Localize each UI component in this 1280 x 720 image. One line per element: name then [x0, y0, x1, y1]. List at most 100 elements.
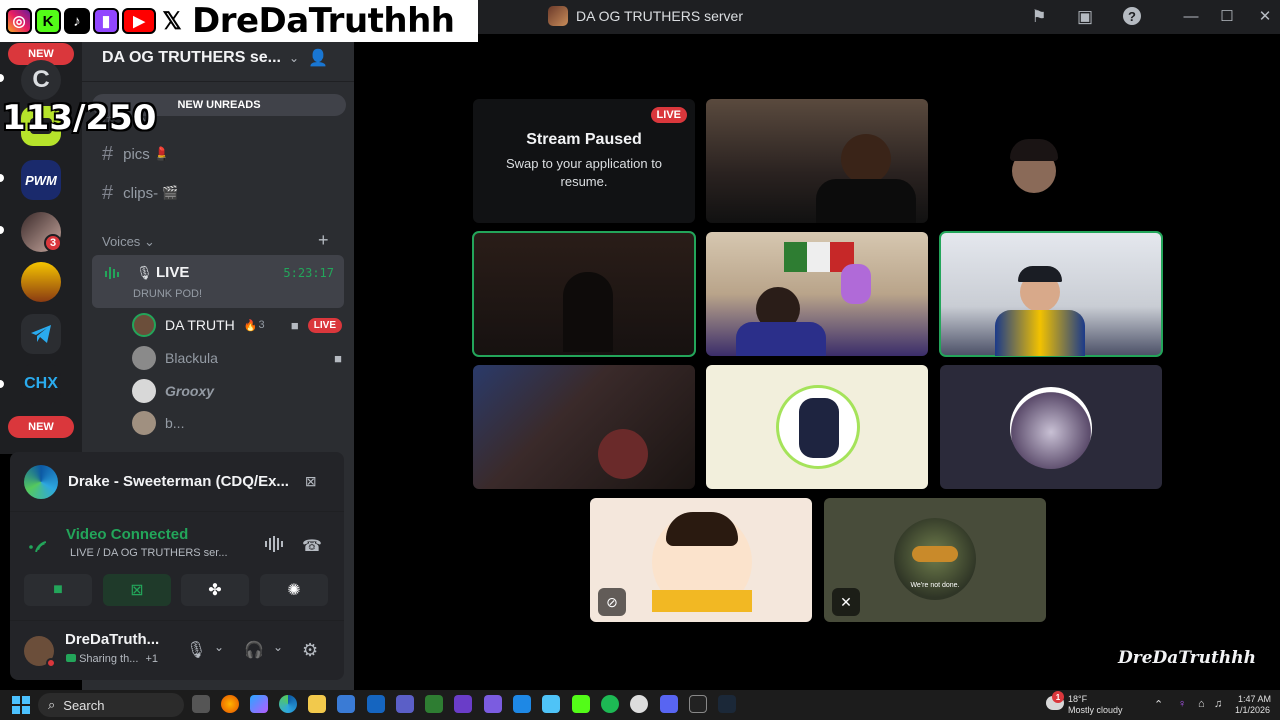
disconnect-icon[interactable]: ☎ — [302, 536, 322, 556]
video-tile[interactable] — [706, 232, 928, 356]
invite-user-icon[interactable]: 👤 — [308, 48, 328, 68]
voice-connection-status[interactable]: Video Connected — [66, 526, 188, 543]
voice-panel: Drake - Sweeterman (CDQ/Ex... ⊠ Video Co… — [10, 452, 344, 680]
camera-button[interactable]: ■ — [24, 574, 92, 606]
video-tile[interactable] — [706, 99, 928, 223]
tiktok-icon: ♪ — [64, 8, 90, 34]
server-pwm-icon[interactable]: PWM — [21, 160, 61, 200]
epic-games-icon[interactable] — [689, 695, 707, 713]
outlook-icon[interactable] — [367, 695, 385, 713]
voice-connection-channel: LIVE / DA OG TRUTHERS ser... — [70, 547, 228, 559]
clock-date[interactable]: 1/1/2026 — [1235, 705, 1270, 715]
help-icon[interactable]: ? — [1121, 6, 1143, 28]
avatar-tile[interactable]: We're not done. ✕ — [824, 498, 1046, 622]
chevron-down-icon: ⌄ — [143, 234, 155, 249]
tray-chevron-icon[interactable]: ⌃ — [1154, 698, 1163, 711]
activities-button[interactable]: ✤ — [181, 574, 249, 606]
add-channel-icon[interactable]: + — [318, 230, 329, 251]
voice-member[interactable]: Blackula ■ — [132, 345, 342, 371]
video-tile[interactable] — [473, 365, 695, 489]
server-chx-icon[interactable]: CHX — [21, 364, 61, 404]
avatar — [132, 379, 156, 403]
notification-badge: 1 — [1052, 691, 1064, 703]
channel-clips[interactable]: # clips- 🎬 — [102, 179, 178, 207]
voice-timer: 5:23:17 — [283, 266, 334, 280]
avatar-tile[interactable]: ⊘ — [590, 498, 812, 622]
server-rail: NEW C PWM 3 CHX NEW — [0, 34, 82, 454]
participant-figure — [1010, 139, 1058, 161]
volume-icon[interactable]: ♫ — [1214, 698, 1222, 710]
paused-title: Stream Paused — [526, 131, 642, 148]
channel-pics[interactable]: # pics 💄 — [102, 140, 170, 168]
mic-options-chevron-icon[interactable]: ⌄ — [214, 640, 224, 654]
settings-gear-icon[interactable]: ⚙ — [302, 640, 318, 661]
telegram-icon[interactable] — [21, 314, 61, 354]
member-name: Grooxy — [165, 383, 215, 399]
soundboard-button[interactable]: ✺ — [260, 574, 328, 606]
voices-category[interactable]: Voices ⌄ — [102, 234, 155, 250]
tray-app-icon[interactable]: ♀ — [1178, 698, 1186, 710]
user-status-extra: +1 — [145, 653, 158, 665]
user-name[interactable]: DreDaTruth... — [65, 631, 159, 648]
clock-time[interactable]: 1:47 AM — [1238, 694, 1271, 704]
soundboard-icon: ✺ — [287, 582, 301, 599]
screen-share-button[interactable]: ⊠ — [103, 574, 171, 606]
spotify-icon[interactable] — [601, 695, 619, 713]
app-blue-icon[interactable] — [513, 695, 531, 713]
voice-member[interactable]: b... — [132, 410, 342, 436]
steam-icon[interactable] — [718, 695, 736, 713]
mic-muted-icon: ✕ — [832, 588, 860, 616]
dnd-status-icon — [46, 658, 56, 668]
unread-pill — [0, 174, 4, 182]
audio-options-chevron-icon[interactable]: ⌄ — [273, 640, 283, 654]
minimize-button[interactable]: — — [1180, 6, 1202, 28]
discord-icon[interactable] — [660, 695, 678, 713]
copilot-icon[interactable] — [250, 695, 268, 713]
flag-icon[interactable]: ⚑ — [1028, 6, 1050, 28]
taskbar-search[interactable]: ⌕ Search — [38, 693, 184, 717]
obs-icon[interactable] — [630, 695, 648, 713]
server-king-icon[interactable] — [21, 262, 61, 302]
avatar — [132, 411, 156, 435]
firefox-icon[interactable] — [221, 695, 239, 713]
file-explorer-icon[interactable] — [308, 695, 326, 713]
stop-stream-icon[interactable]: ⊠ — [305, 473, 317, 490]
camera-off-icon: ⊘ — [598, 588, 626, 616]
activity-title: Drake - Sweeterman (CDQ/Ex... — [68, 473, 289, 490]
video-tile-speaking[interactable] — [939, 231, 1163, 357]
inbox-icon[interactable]: ▣ — [1074, 6, 1096, 28]
avatar-tile[interactable] — [706, 365, 928, 489]
voice-member[interactable]: Grooxy — [132, 378, 342, 404]
app-green-icon[interactable] — [425, 695, 443, 713]
voice-channel-live[interactable]: 🎙 LIVE 5:23:17 DRUNK POD! — [92, 255, 344, 308]
server-name: DA OG TRUTHERS se... — [102, 48, 281, 66]
activity-row[interactable]: Drake - Sweeterman (CDQ/Ex... ⊠ — [10, 452, 344, 512]
noise-suppression-icon[interactable] — [264, 536, 284, 556]
store-icon[interactable] — [337, 695, 355, 713]
maximize-button[interactable]: ☐ — [1216, 6, 1238, 28]
windows-start-icon[interactable] — [12, 696, 30, 719]
task-view-icon[interactable] — [192, 695, 210, 713]
teams-icon[interactable] — [396, 695, 414, 713]
video-tile[interactable] — [940, 99, 1162, 223]
windows-taskbar: ⌕ Search 1 18°F Mostly cloudy ⌃ ♀ ⌂ ♫ 1:… — [0, 690, 1280, 720]
server-icon — [548, 6, 568, 26]
avatar-tile[interactable] — [940, 365, 1162, 489]
app-photo-icon[interactable] — [542, 695, 560, 713]
x-icon: 𝕏 — [159, 8, 185, 35]
stream-paused-tile[interactable]: LIVE Stream Paused Swap to your applicat… — [473, 99, 695, 223]
kick-icon: K — [35, 8, 61, 34]
close-button[interactable]: ✕ — [1254, 6, 1276, 28]
edge-icon[interactable] — [279, 695, 297, 713]
app-violet-icon[interactable] — [484, 695, 502, 713]
kick-app-icon[interactable] — [572, 695, 590, 713]
headphones-icon[interactable]: 🎧 — [244, 640, 264, 660]
microphone-icon[interactable]: 🎙 — [186, 640, 206, 660]
new-pill-bottom[interactable]: NEW — [8, 416, 74, 438]
voice-member[interactable]: DA TRUTH 🔥 3 ■ LIVE — [132, 312, 342, 338]
edge-browser-icon — [24, 464, 58, 499]
video-tile-speaking[interactable] — [472, 231, 696, 357]
network-icon[interactable]: ⌂ — [1198, 698, 1205, 710]
server-c-icon[interactable]: C — [21, 60, 61, 100]
app-purple-icon[interactable] — [454, 695, 472, 713]
